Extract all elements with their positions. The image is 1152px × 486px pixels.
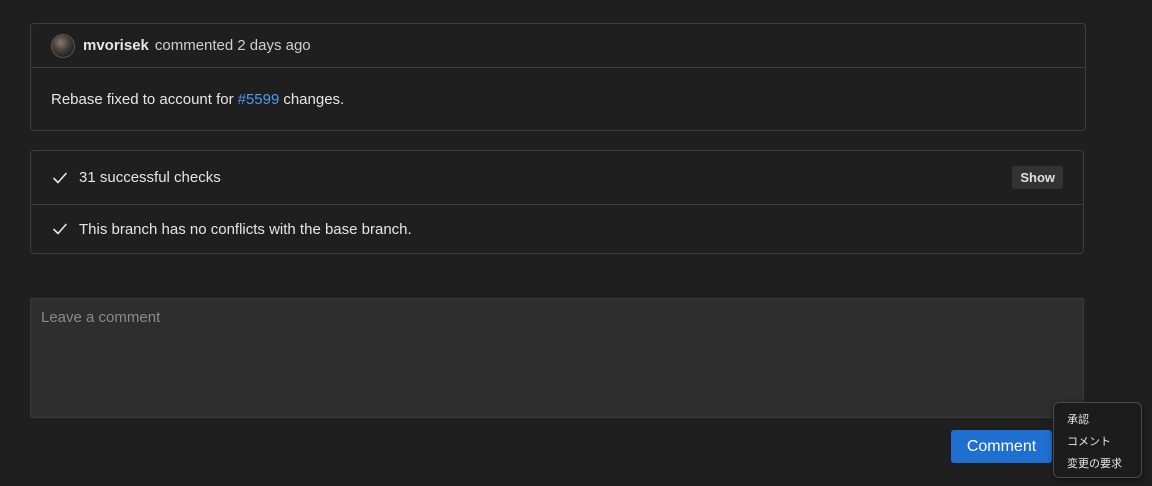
- show-checks-button[interactable]: Show: [1012, 166, 1063, 189]
- menu-item-request-changes[interactable]: 変更の要求: [1054, 453, 1141, 475]
- checks-card: 31 successful checks Show This branch ha…: [30, 150, 1084, 254]
- checks-summary-row: 31 successful checks Show: [31, 151, 1083, 204]
- conflicts-status: This branch has no conflicts with the ba…: [79, 220, 412, 238]
- comment-text-after: changes.: [283, 90, 345, 108]
- comment-input[interactable]: [30, 298, 1084, 418]
- conflicts-row: This branch has no conflicts with the ba…: [31, 204, 1083, 253]
- review-type-menu: 承認 コメント 変更の要求: [1053, 402, 1142, 478]
- comment-header: mvorisek commented 2 days ago: [31, 24, 1085, 68]
- checks-summary: 31 successful checks: [79, 169, 221, 186]
- comment-text-before: Rebase fixed to account for: [51, 90, 234, 108]
- issue-link[interactable]: #5599: [238, 91, 280, 108]
- check-icon: [51, 220, 69, 238]
- menu-item-comment[interactable]: コメント: [1054, 431, 1141, 453]
- menu-item-approve[interactable]: 承認: [1054, 409, 1141, 431]
- comment-author[interactable]: mvorisek: [83, 37, 149, 54]
- comment-action: commented: [154, 37, 234, 54]
- comment-time[interactable]: 2 days ago: [237, 37, 310, 54]
- comment-body: Rebase fixed to account for #5599 change…: [31, 68, 1085, 130]
- comment-button[interactable]: Comment: [951, 430, 1052, 463]
- check-icon: [51, 169, 69, 187]
- avatar[interactable]: [51, 33, 75, 58]
- comment-card: mvorisek commented 2 days ago Rebase fix…: [30, 23, 1086, 131]
